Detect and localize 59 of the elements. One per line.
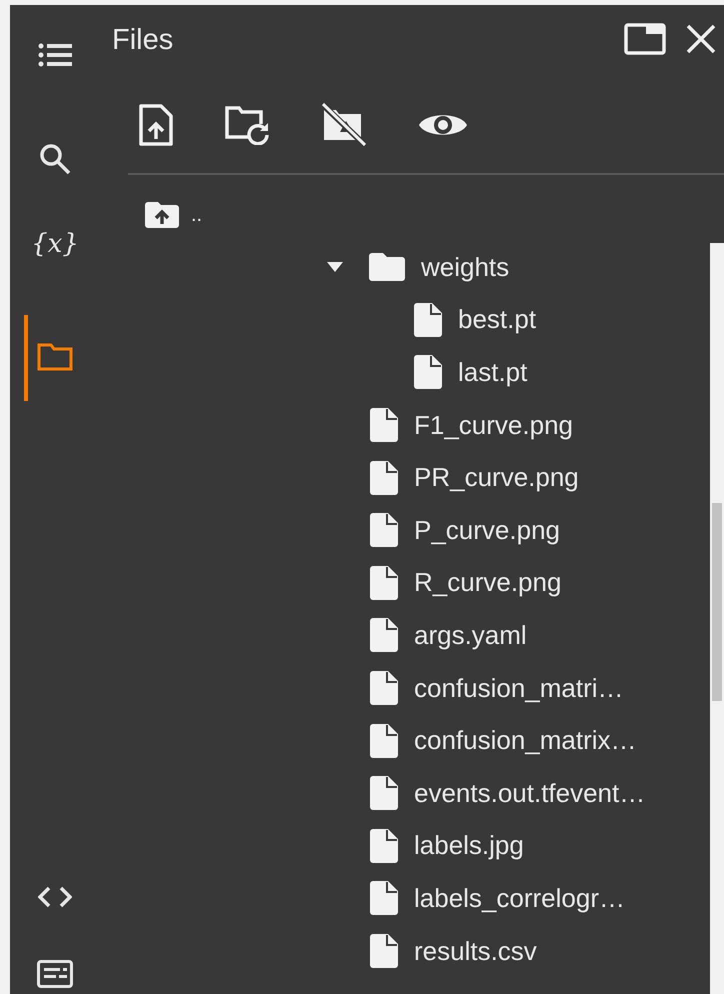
file-name: labels.jpg (414, 830, 524, 862)
variables-label[interactable]: {x} (31, 229, 79, 259)
tree-item[interactable]: R_curve.png (100, 556, 710, 610)
folder-refresh-icon[interactable] (224, 105, 270, 145)
file-name: last.pt (458, 356, 528, 388)
tree-item[interactable]: PR_curve.png (100, 451, 710, 504)
parent-folder-link[interactable]: .. (191, 204, 202, 226)
file-name: P_curve.png (414, 514, 560, 546)
file-icon (370, 460, 398, 495)
folder-icon[interactable] (37, 343, 73, 371)
window-icon[interactable] (624, 23, 666, 55)
file-icon (370, 828, 398, 863)
folder-icon (369, 253, 405, 282)
file-name: weights (421, 252, 510, 283)
file-icon (370, 934, 398, 968)
file-name: PR_curve.png (414, 462, 579, 494)
code-icon[interactable] (38, 886, 72, 908)
file-name: confusion_matrix… (414, 725, 637, 756)
file-name: confusion_matri… (414, 672, 624, 704)
tree-item[interactable]: best.pt (100, 294, 710, 346)
file-icon (370, 513, 398, 548)
file-name: R_curve.png (414, 567, 562, 598)
tree-item[interactable]: results.csv (100, 924, 710, 978)
file-name: args.yaml (414, 620, 527, 651)
file-name: results.csv (414, 936, 537, 967)
file-icon (370, 724, 398, 758)
file-name: best.pt (458, 304, 536, 336)
file-icon (414, 302, 442, 337)
tree-item[interactable]: labels_correlogr… (100, 872, 710, 925)
file-name: F1_curve.png (414, 410, 573, 441)
search-icon[interactable] (39, 143, 71, 175)
file-icon (370, 671, 398, 706)
caret-icon[interactable] (327, 262, 343, 272)
file-upload-icon[interactable] (138, 103, 174, 147)
tree-item[interactable]: weights (100, 241, 710, 294)
menu-icon[interactable] (38, 43, 72, 67)
file-icon (370, 618, 398, 652)
file-name: events.out.tfevent… (414, 778, 646, 809)
file-icon (414, 355, 442, 390)
tree-item[interactable]: events.out.tfevent… (100, 766, 710, 820)
file-icon (370, 566, 398, 600)
panel-title: Files (112, 24, 174, 56)
file-icon (370, 408, 398, 442)
file-name: labels_correlogr… (414, 882, 625, 914)
tree-item[interactable]: confusion_matri… (100, 662, 710, 714)
file-icon (370, 881, 398, 916)
file-icon (370, 776, 398, 810)
scrollbar-thumb[interactable] (712, 503, 722, 701)
tree-item[interactable]: P_curve.png (100, 504, 710, 557)
drive-off-icon[interactable] (320, 102, 368, 148)
scrollbar[interactable] (710, 243, 724, 994)
folder-up-icon[interactable] (145, 202, 179, 228)
tree-item[interactable]: F1_curve.png (100, 398, 710, 452)
close-icon[interactable] (686, 24, 716, 54)
tree-item[interactable]: labels.jpg (100, 820, 710, 872)
terminal-icon[interactable] (37, 960, 73, 988)
tree-item[interactable]: confusion_matrix… (100, 714, 710, 767)
tree-item[interactable]: last.pt (100, 346, 710, 399)
tree-item[interactable]: args.yaml (100, 609, 710, 662)
